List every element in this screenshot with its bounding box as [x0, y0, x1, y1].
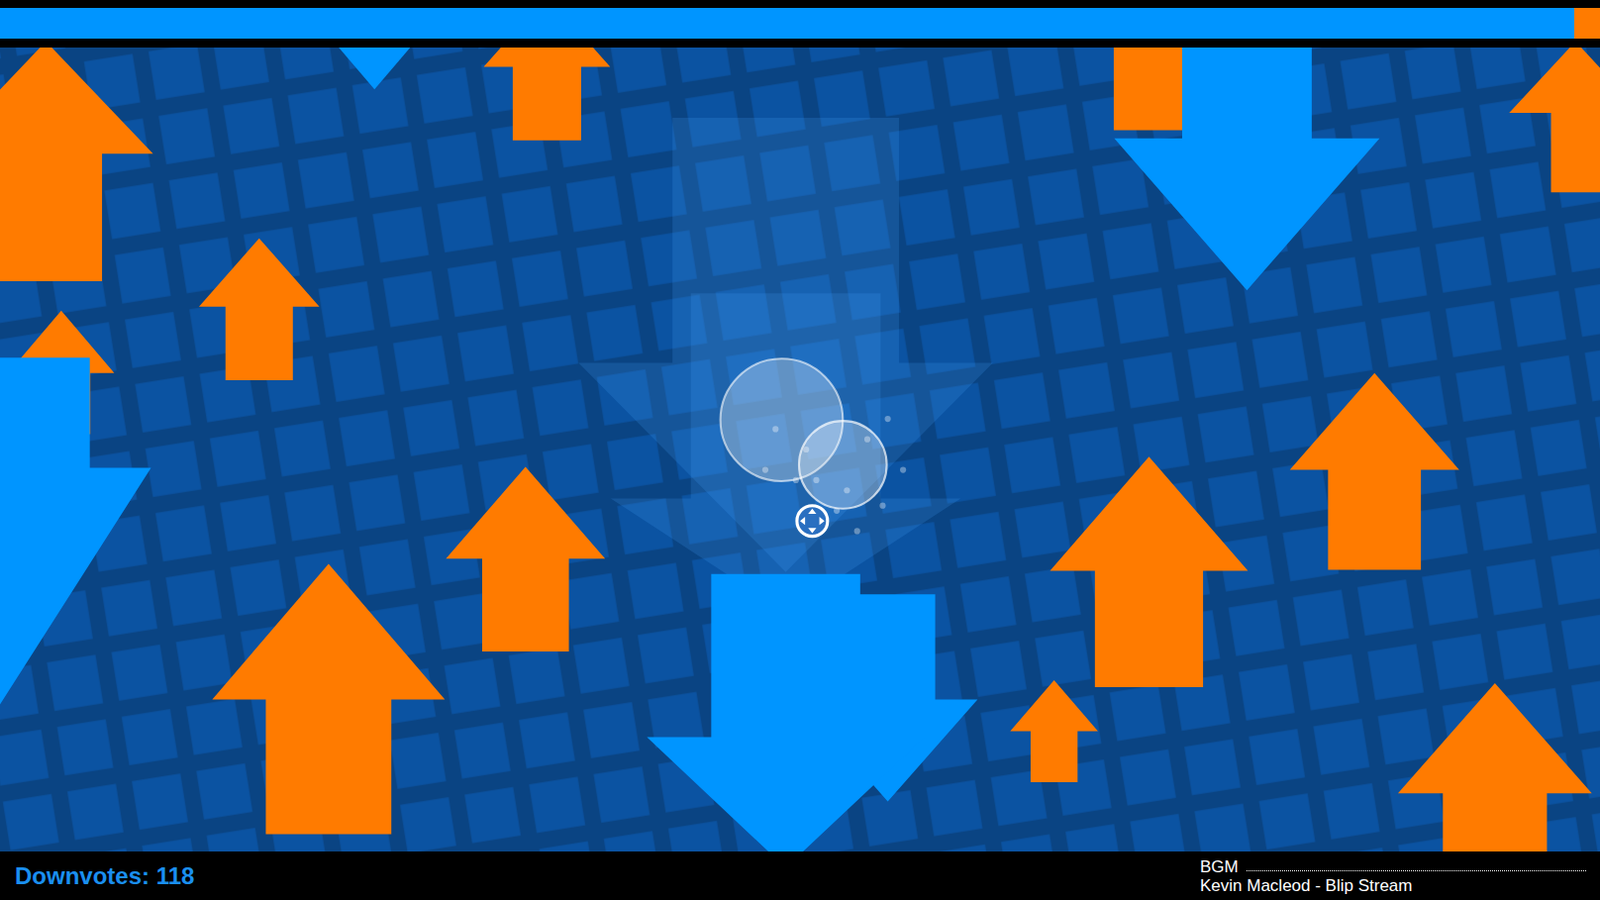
bgm-row: BGM [1200, 857, 1587, 877]
top-bar [0, 0, 1600, 48]
up-arrow [484, 47, 611, 141]
player-icon [797, 505, 828, 537]
up-arrow [1050, 456, 1249, 688]
bubble [799, 420, 888, 509]
play-area[interactable] [0, 47, 1600, 852]
music-credit: BGMKevin Macleod - Blip Stream [1200, 857, 1587, 896]
ghost-arrow [610, 293, 962, 613]
bottom-bar: Downvotes: 118 BGMKevin Macleod - Blip St… [0, 851, 1600, 900]
game-canvas [0, 47, 1600, 852]
down-arrow [338, 47, 410, 90]
bgm-label: BGM [1200, 857, 1239, 877]
down-arrow [0, 357, 152, 704]
up-arrow [199, 238, 320, 381]
down-arrow [1113, 47, 1380, 291]
up-arrow [1508, 47, 1600, 193]
up-arrow [445, 467, 605, 653]
up-arrow [211, 563, 445, 834]
grid-background [0, 47, 1600, 852]
progress-track [0, 7, 1600, 39]
track-name: Kevin Macleod - Blip Stream [1200, 876, 1587, 896]
up-arrow [1398, 683, 1593, 852]
progress-fill [0, 7, 1575, 39]
dotted-line [1246, 870, 1587, 872]
up-arrow [1290, 373, 1460, 571]
up-arrow [0, 47, 154, 282]
up-arrow [1009, 680, 1099, 783]
down-arrow [646, 574, 924, 852]
score-label: Downvotes: 118 [14, 862, 195, 891]
